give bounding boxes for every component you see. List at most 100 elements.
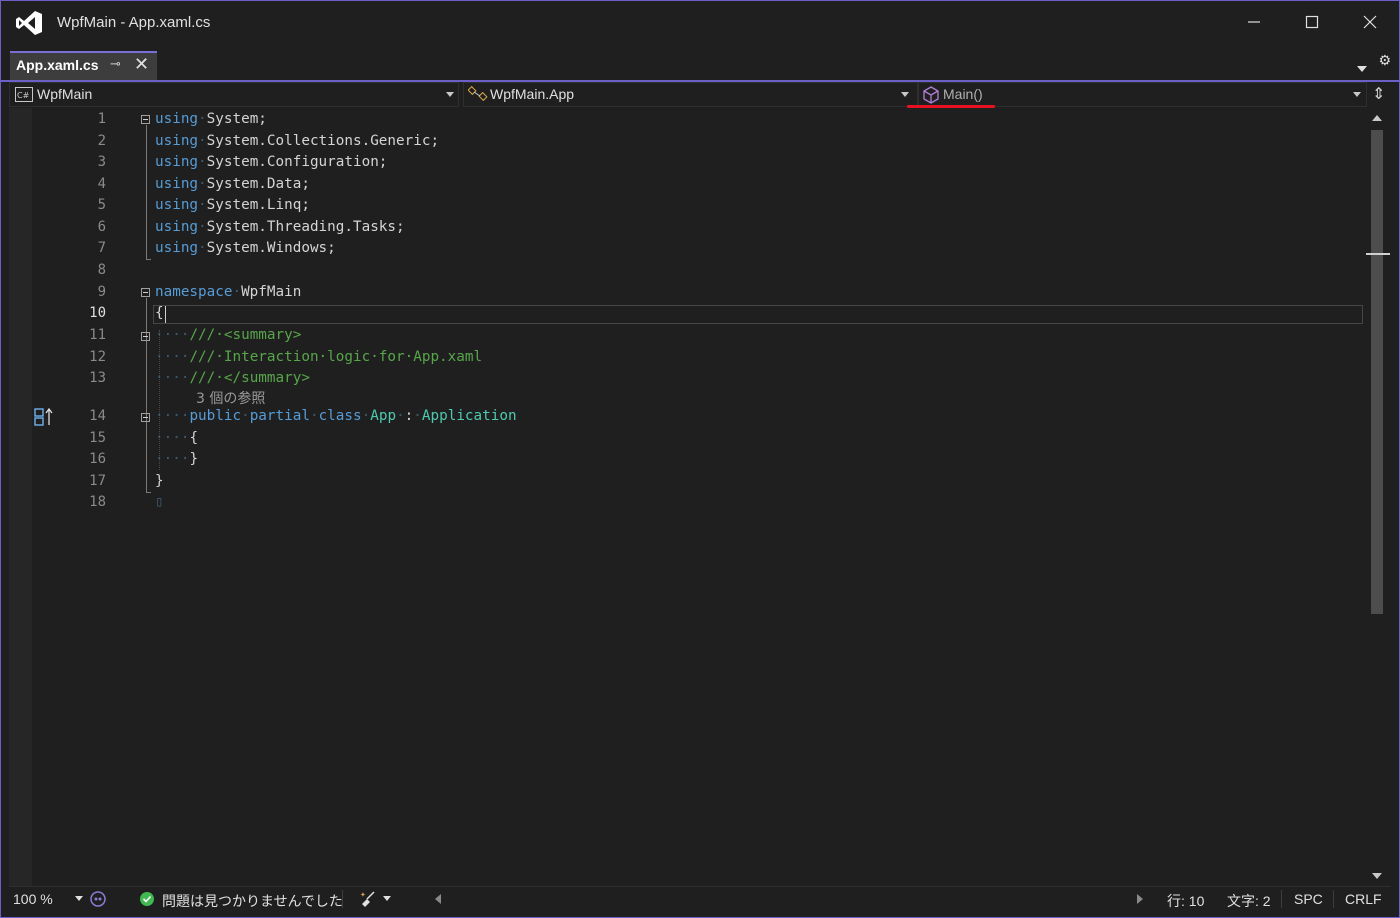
project-dropdown[interactable]: C# WpfMain	[9, 82, 459, 107]
window-title: WpfMain - App.xaml.cs	[57, 14, 211, 31]
whitespace-indicator[interactable]: SPC	[1294, 891, 1323, 907]
horizontal-scrollbar[interactable]	[434, 887, 1148, 911]
scroll-up-icon[interactable]	[1372, 114, 1382, 122]
code-line[interactable]: using·System.Threading.Tasks;	[155, 217, 405, 238]
caret-position-marker	[1366, 253, 1390, 255]
line-indicator[interactable]: 行: 10	[1167, 891, 1204, 911]
code-token: System.Windows;	[206, 240, 336, 256]
code-token: ····	[155, 327, 190, 343]
code-token: ····	[155, 430, 190, 446]
code-token: System.Data;	[206, 176, 310, 192]
code-line[interactable]: ····///·Interaction·logic·for·App.xaml	[155, 347, 482, 368]
line-ending-indicator[interactable]: CRLF	[1345, 891, 1382, 907]
code-token: ·	[309, 408, 319, 424]
close-window-button[interactable]	[1341, 1, 1399, 43]
code-token: }	[155, 473, 164, 489]
collapse-usings-icon[interactable]	[141, 115, 150, 124]
fold-end	[146, 492, 151, 493]
line-number: 16	[89, 451, 106, 467]
visual-studio-logo-icon	[16, 11, 42, 35]
split-window-icon[interactable]: ⇕	[1372, 84, 1385, 103]
type-label: WpfMain.App	[490, 86, 575, 102]
member-dropdown[interactable]: Main()	[918, 82, 1367, 107]
code-token: ·	[198, 133, 207, 149]
line-number: 7	[97, 240, 106, 256]
line-number: 10	[89, 305, 106, 321]
scrollbar-thumb[interactable]	[1371, 130, 1383, 614]
minimize-button[interactable]	[1225, 1, 1283, 43]
code-token: ·	[396, 408, 405, 424]
code-token: WpfMain	[241, 284, 302, 300]
code-line[interactable]: using·System.Linq;	[155, 195, 310, 216]
code-token: System.Collections.Generic;	[206, 133, 440, 149]
code-token: ·	[232, 284, 242, 300]
cleanup-dropdown-icon[interactable]	[383, 896, 391, 902]
fold-line	[146, 125, 147, 259]
code-line[interactable]: using·System.Data;	[155, 174, 310, 195]
code-line[interactable]: using·System;	[155, 109, 267, 130]
line-number: 14	[89, 408, 106, 424]
code-token: using	[155, 154, 199, 170]
collapse-class-icon[interactable]	[141, 413, 150, 422]
copilot-icon[interactable]	[89, 890, 107, 908]
code-token: class	[318, 408, 362, 424]
line-number: 13	[89, 370, 106, 386]
pin-icon[interactable]: ⊸	[110, 57, 121, 72]
code-token: :	[404, 408, 414, 424]
scroll-left-icon[interactable]	[434, 894, 442, 904]
code-token: using	[155, 176, 199, 192]
code-line[interactable]: }	[155, 471, 164, 492]
code-line[interactable]: {	[155, 303, 164, 324]
line-number: 2	[97, 133, 106, 149]
code-token: ·	[361, 408, 371, 424]
breakpoint-navigation-icon[interactable]	[34, 408, 54, 426]
code-line[interactable]: ▯	[155, 492, 164, 513]
collapse-comment-icon[interactable]	[141, 332, 150, 341]
scroll-right-icon[interactable]	[1136, 894, 1144, 904]
tab-list-dropdown[interactable]	[1357, 57, 1367, 76]
line-number: 1	[97, 111, 106, 127]
vertical-scrollbar[interactable]	[1366, 108, 1390, 886]
code-cleanup-broom-icon[interactable]: ✦	[359, 890, 379, 908]
zoom-dropdown-icon[interactable]	[75, 896, 83, 902]
line-number: 3	[97, 154, 106, 170]
separator	[1281, 890, 1282, 908]
tab-app-xaml-cs[interactable]: App.xaml.cs ⊸ ✕	[10, 51, 157, 80]
separator	[1333, 890, 1334, 908]
code-token: ///·Interaction·logic·for·App.xaml	[189, 349, 483, 365]
member-label: Main()	[943, 86, 983, 102]
maximize-button[interactable]	[1283, 1, 1341, 43]
type-dropdown[interactable]: WpfMain.App	[463, 82, 918, 107]
csharp-project-icon: C#	[15, 87, 33, 102]
code-line[interactable]: ····}	[155, 449, 198, 470]
scroll-down-icon[interactable]	[1372, 872, 1382, 880]
code-token: System.Linq;	[206, 197, 310, 213]
code-line[interactable]: using·System.Collections.Generic;	[155, 131, 439, 152]
code-token: ///·<summary>	[189, 327, 302, 343]
code-token: public	[189, 408, 242, 424]
method-cube-icon	[923, 86, 939, 104]
code-line[interactable]: ····public·partial·class·App·:·Applicati…	[155, 406, 517, 427]
code-token: using	[155, 111, 199, 127]
issues-status[interactable]: 問題は見つかりませんでした	[162, 891, 343, 911]
code-token: ·	[241, 408, 250, 424]
gear-icon[interactable]: ⚙	[1378, 53, 1391, 69]
zoom-level[interactable]: 100 %	[13, 891, 53, 907]
code-line[interactable]: ····{	[155, 428, 198, 449]
code-token: ·	[198, 197, 207, 213]
code-line[interactable]: ····///·<summary>	[155, 325, 301, 346]
code-line[interactable]: namespace·WpfMain	[155, 282, 301, 303]
code-line[interactable]: ····///·</summary>	[155, 368, 310, 389]
code-line[interactable]: using·System.Configuration;	[155, 152, 387, 173]
tab-label: App.xaml.cs	[16, 57, 99, 73]
separator	[342, 890, 343, 908]
code-token: using	[155, 133, 199, 149]
column-indicator[interactable]: 文字: 2	[1227, 891, 1271, 911]
tab-close-icon[interactable]: ✕	[134, 54, 149, 75]
codelens-references[interactable]: 3 個の参照	[196, 388, 265, 408]
code-token: {	[155, 305, 164, 321]
text-cursor	[165, 306, 166, 323]
document-tab-strip: App.xaml.cs ⊸ ✕ ⚙	[1, 43, 1399, 82]
code-line[interactable]: using·System.Windows;	[155, 238, 336, 259]
collapse-namespace-icon[interactable]	[141, 288, 150, 297]
